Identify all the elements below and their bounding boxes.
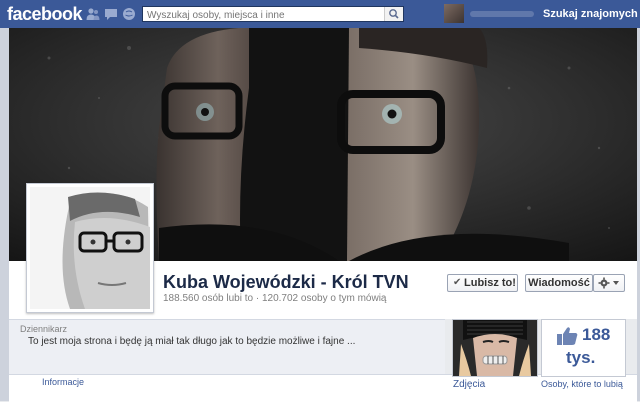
photos-thumbnail-image [453,320,537,376]
like-button-label: Lubisz to! [464,277,516,289]
thumbs-up-icon [557,327,578,345]
about-text[interactable]: To jest moja strona i będę ją miał tak d… [28,336,355,347]
page-stats: 188.560 osób lubi to · 120.702 osoby o t… [163,293,387,304]
messages-icon[interactable] [104,7,118,21]
left-frame [0,28,9,401]
top-bar: facebook Szukaj znajomych [0,0,640,29]
chevron-down-icon [613,281,619,285]
likes-link[interactable]: Osoby, które to lubią [541,379,623,389]
search-icon [389,9,399,19]
user-avatar[interactable] [444,4,464,23]
facebook-logo[interactable]: facebook [7,4,83,25]
settings-dropdown-button[interactable] [593,274,625,292]
user-name-redacted[interactable] [470,11,534,17]
likes-count: 188 [582,325,611,344]
about-section [9,319,445,375]
profile-photo [30,187,150,309]
likes-unit: tys. [566,348,596,367]
friend-requests-icon[interactable] [86,7,100,21]
gear-icon [598,277,619,289]
photos-link[interactable]: Zdjęcia [453,379,485,390]
find-friends-link[interactable]: Szukaj znajomych [543,8,638,20]
search-input[interactable] [143,7,387,23]
photos-app-thumbnail[interactable] [452,319,538,377]
search-box[interactable] [142,6,404,23]
page-category: Dziennikarz [20,324,68,334]
info-link[interactable]: Informacje [42,377,84,387]
notifications-icon[interactable] [122,7,136,21]
like-button[interactable]: ✔ Lubisz to! [447,274,518,292]
message-button[interactable]: Wiadomość [525,274,593,292]
check-icon: ✔ [453,277,462,288]
profile-picture[interactable] [26,183,154,313]
page-title: Kuba Wojewódzki - Król TVN [163,272,409,292]
search-button[interactable] [384,7,403,21]
